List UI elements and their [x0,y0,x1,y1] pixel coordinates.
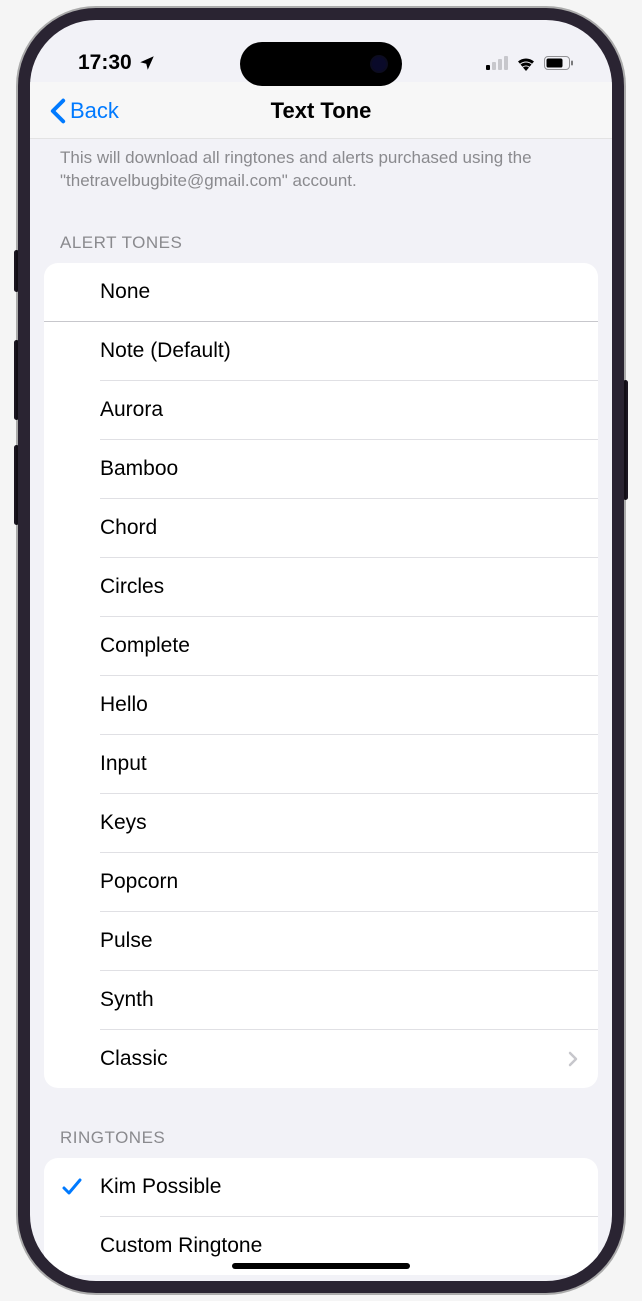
tone-label: Hello [100,693,578,717]
tone-item-pulse[interactable]: Pulse [44,912,598,970]
chevron-left-icon [50,98,66,124]
tone-label: Keys [100,811,578,835]
content-area[interactable]: This will download all ringtones and ale… [30,139,612,1275]
tone-item-input[interactable]: Input [44,735,598,793]
navigation-bar: Back Text Tone [30,82,612,139]
tone-item-none[interactable]: None [44,263,598,321]
tone-label: Circles [100,575,578,599]
tone-label: Bamboo [100,457,578,481]
location-icon [138,54,156,72]
tone-label: Popcorn [100,870,578,894]
tone-label: Complete [100,634,578,658]
cellular-signal-icon [486,56,508,70]
alert-tones-list: None Note (Default) Aurora Bamboo [44,263,598,1088]
tone-label: Pulse [100,929,578,953]
tone-label: None [100,280,578,304]
tone-item-complete[interactable]: Complete [44,617,598,675]
tone-item-note[interactable]: Note (Default) [44,322,598,380]
tone-item-classic[interactable]: Classic [44,1030,598,1088]
tone-label: Aurora [100,398,578,422]
phone-frame: 17:30 [18,8,624,1293]
ringtone-item-kim-possible[interactable]: Kim Possible [44,1158,598,1216]
tone-label: Chord [100,516,578,540]
battery-icon [544,56,574,70]
tone-item-chord[interactable]: Chord [44,499,598,557]
description-text: This will download all ringtones and ale… [30,139,612,193]
tone-label: Classic [100,1047,560,1071]
dynamic-island [240,42,402,86]
section-header-ringtones: RINGTONES [30,1088,612,1158]
tone-item-keys[interactable]: Keys [44,794,598,852]
tone-item-popcorn[interactable]: Popcorn [44,853,598,911]
tone-item-circles[interactable]: Circles [44,558,598,616]
back-button[interactable]: Back [50,98,119,124]
back-label: Back [70,98,119,124]
status-time: 17:30 [78,51,132,75]
chevron-right-icon [568,1051,578,1067]
tone-item-synth[interactable]: Synth [44,971,598,1029]
tone-item-aurora[interactable]: Aurora [44,381,598,439]
phone-screen: 17:30 [30,20,612,1281]
tone-label: Note (Default) [100,339,578,363]
tone-label: Input [100,752,578,776]
ringtones-list: Kim Possible Custom Ringtone [44,1158,598,1275]
ringtone-label: Custom Ringtone [100,1234,578,1258]
tone-label: Synth [100,988,578,1012]
home-indicator[interactable] [232,1263,410,1269]
tone-item-hello[interactable]: Hello [44,676,598,734]
checkmark-icon [61,1176,83,1198]
wifi-icon [516,55,536,71]
tone-item-bamboo[interactable]: Bamboo [44,440,598,498]
section-header-alert-tones: ALERT TONES [30,193,612,263]
page-title: Text Tone [271,98,372,124]
ringtone-label: Kim Possible [100,1175,578,1199]
